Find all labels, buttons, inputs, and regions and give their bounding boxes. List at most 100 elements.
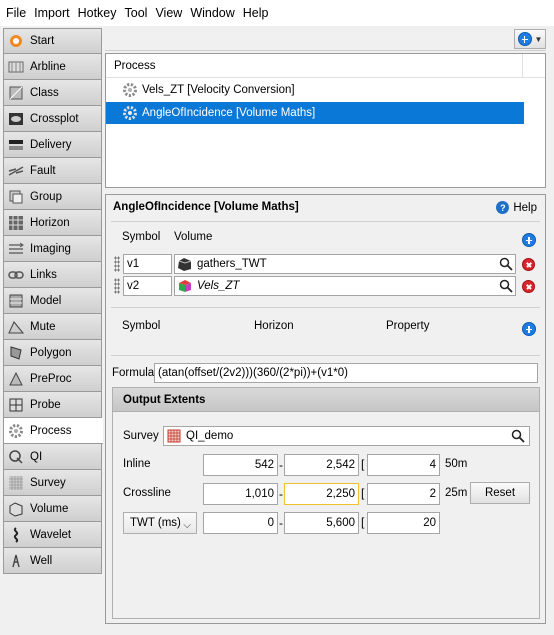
inline-from-field[interactable]: 542: [203, 454, 278, 476]
sidebar-item-survey[interactable]: Survey: [3, 470, 102, 496]
survey-grid-icon: [167, 429, 181, 443]
process-toolbar: ▼: [105, 27, 546, 51]
menu-view[interactable]: View: [151, 0, 186, 26]
menu-hotkey[interactable]: Hotkey: [74, 0, 121, 26]
drag-handle[interactable]: [114, 278, 120, 294]
sidebar-item-mute[interactable]: Mute: [3, 314, 102, 340]
volume-symbol-field[interactable]: v2: [123, 276, 172, 296]
crossline-from-field[interactable]: 1,010: [203, 483, 278, 505]
process-list-header: Process: [106, 54, 545, 78]
sidebar-item-start[interactable]: Start: [3, 28, 102, 54]
formula-label: Formula: [112, 367, 155, 379]
remove-volume-button[interactable]: [522, 280, 535, 293]
menu-import[interactable]: Import: [30, 0, 73, 26]
sidebar-item-probe[interactable]: Probe: [3, 392, 102, 418]
survey-select-field[interactable]: QI_demo: [163, 426, 530, 446]
drag-handle[interactable]: [114, 256, 120, 272]
volume-icon: [9, 501, 23, 517]
process-editor: AngleOfIncidence [Volume Maths] ? Help S…: [105, 194, 546, 624]
polygon-icon: [10, 345, 22, 360]
process-column-header: Process: [114, 60, 156, 72]
sidebar-item-label: Horizon: [30, 216, 70, 229]
crossline-step-field[interactable]: 2: [367, 483, 440, 505]
add-icon: [517, 32, 532, 46]
sidebar-item-qi[interactable]: QI: [3, 444, 102, 470]
sidebar-item-label: Arbline: [30, 60, 66, 73]
sidebar-item-links[interactable]: Links: [3, 262, 102, 288]
volume-select-field[interactable]: Vels_ZT: [174, 276, 516, 296]
sidebar-item-label: Mute: [30, 320, 56, 333]
output-extents-group: Output Extents Survey QI_demo Inline 542…: [112, 387, 540, 619]
sidebar-item-preproc[interactable]: PreProc: [3, 366, 102, 392]
add-process-button[interactable]: ▼: [514, 29, 546, 49]
process-row-angleofincidence[interactable]: AngleOfIncidence [Volume Maths]: [106, 102, 524, 124]
twt-to-field[interactable]: 5,600: [284, 512, 359, 534]
crossline-to-field[interactable]: 2,250: [284, 483, 359, 505]
search-icon[interactable]: [511, 429, 525, 443]
menu-tool[interactable]: Tool: [121, 0, 152, 26]
start-icon: [10, 35, 22, 47]
crossline-unit: 25m: [445, 487, 468, 499]
editor-title: AngleOfIncidence [Volume Maths]: [113, 201, 299, 213]
gear-icon: [9, 423, 23, 438]
sidebar-item-crossplot[interactable]: Crossplot: [3, 106, 102, 132]
help-button[interactable]: ? Help: [496, 201, 537, 214]
domain-select[interactable]: TWT (ms) ⌵: [123, 512, 197, 534]
twt-step-field[interactable]: 20: [367, 512, 440, 534]
twt-from-field[interactable]: 0: [203, 512, 278, 534]
imaging-icon: [9, 242, 24, 254]
sidebar-item-wavelet[interactable]: Wavelet: [3, 522, 102, 548]
gear-icon: [123, 83, 137, 97]
menu-window[interactable]: Window: [186, 0, 238, 26]
sidebar-item-polygon[interactable]: Polygon: [3, 340, 102, 366]
help-icon: ?: [496, 201, 510, 214]
process-row-vels-zt[interactable]: Vels_ZT [Velocity Conversion]: [106, 79, 545, 101]
process-row-label: AngleOfIncidence [Volume Maths]: [142, 107, 316, 119]
volume-symbol-field[interactable]: v1: [123, 254, 172, 274]
remove-volume-button[interactable]: [522, 258, 535, 271]
gear-icon: [123, 106, 137, 120]
add-volume-button[interactable]: [522, 233, 536, 247]
formula-field[interactable]: (atan(offset/(2v2)))(360/(2*pi))+(v1*0): [154, 363, 538, 383]
volume-cube-icon: [178, 258, 192, 271]
volume-select-field[interactable]: gathers_TWT: [174, 254, 516, 274]
volume-name: Vels_ZT: [197, 280, 240, 292]
survey-name: QI_demo: [186, 430, 234, 442]
crossline-label: Crossline: [123, 487, 171, 499]
sidebar-item-imaging[interactable]: Imaging: [3, 236, 102, 262]
step-bracket: [: [361, 457, 365, 471]
menu-help[interactable]: Help: [239, 0, 273, 26]
arbline-icon: [8, 61, 24, 72]
sidebar-item-fault[interactable]: Fault: [3, 158, 102, 184]
volume-cube-icon: [179, 280, 191, 292]
preproc-icon: [9, 371, 23, 385]
sidebar-item-arbline[interactable]: Arbline: [3, 54, 102, 80]
sidebar-item-process[interactable]: Process: [3, 418, 103, 444]
menu-file[interactable]: File: [2, 0, 30, 26]
inline-step-field[interactable]: 4: [367, 454, 440, 476]
volume-name: gathers_TWT: [197, 258, 267, 270]
add-horizon-button[interactable]: [522, 322, 536, 336]
sidebar-item-group[interactable]: Group: [3, 184, 102, 210]
sidebar-item-label: Model: [30, 294, 62, 307]
sidebar-item-delivery[interactable]: Delivery: [3, 132, 102, 158]
sidebar-item-volume[interactable]: Volume: [3, 496, 102, 522]
range-dash: -: [279, 516, 283, 530]
sidebar-item-horizon[interactable]: Horizon: [3, 210, 102, 236]
sidebar-item-well[interactable]: Well: [3, 548, 102, 574]
sidebar-item-label: Survey: [30, 476, 66, 489]
sidebar-item-model[interactable]: Model: [3, 288, 102, 314]
step-bracket: [: [361, 486, 365, 500]
domain-select-value: TWT (ms): [130, 517, 181, 529]
sidebar-item-class[interactable]: Class: [3, 80, 102, 106]
reset-button[interactable]: Reset: [470, 482, 530, 504]
sidebar-item-label: Links: [30, 268, 57, 281]
sidebar-item-label: PreProc: [30, 372, 72, 385]
sidebar-item-label: Well: [30, 554, 53, 567]
search-icon[interactable]: [499, 279, 513, 293]
horizon-column-header: Horizon: [254, 320, 294, 332]
sidebar-item-label: Probe: [30, 398, 61, 411]
inline-to-field[interactable]: 2,542: [284, 454, 359, 476]
qi-icon: [9, 449, 23, 464]
search-icon[interactable]: [499, 257, 513, 271]
